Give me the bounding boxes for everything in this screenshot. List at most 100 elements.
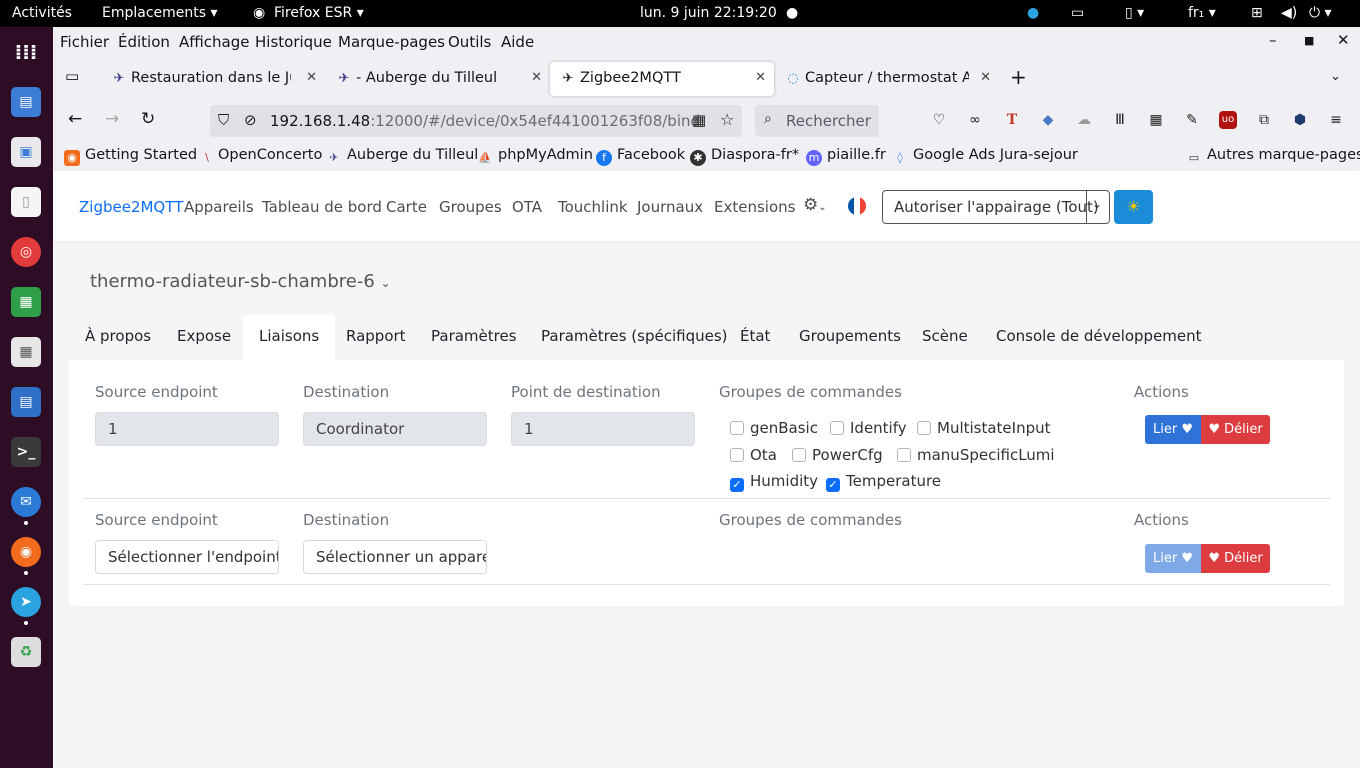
cluster-temperature[interactable]: ✓ Temperature: [826, 472, 941, 492]
tab-expose[interactable]: Expose: [161, 315, 247, 361]
thunderbird-icon[interactable]: ✉: [11, 487, 41, 517]
bookmark-diaspora[interactable]: ✱ Diaspora-fr*: [690, 147, 799, 166]
calculator-icon[interactable]: ▦: [11, 337, 41, 367]
firefox-dock-icon[interactable]: ◉: [11, 537, 41, 567]
tab-restauration[interactable]: ✈ Restauration dans le Jura ✕: [101, 62, 325, 96]
menu-outils[interactable]: Outils: [448, 33, 491, 51]
telegram-tray-icon[interactable]: ●: [1027, 5, 1039, 21]
nav-tableau-de-bord[interactable]: Tableau de bord: [262, 198, 382, 216]
url-text[interactable]: 192.168.1.48:12000/#/device/0x54ef441001…: [270, 112, 700, 130]
cluster-manuspecificlumi[interactable]: manuSpecificLumi: [897, 446, 1055, 464]
device-selector[interactable]: thermo-radiateur-sb-chambre-6 ⌄: [90, 271, 391, 292]
checkbox[interactable]: [792, 448, 806, 462]
tab-scene[interactable]: Scène: [906, 315, 984, 361]
bookmark-getting-started[interactable]: ◉ Getting Started: [64, 147, 197, 166]
close-tab-icon[interactable]: ✕: [980, 70, 991, 85]
maximize-icon[interactable]: ■: [1304, 34, 1314, 47]
checkbox[interactable]: [917, 421, 931, 435]
app-menu[interactable]: Firefox ESR ▾: [274, 5, 364, 21]
printer-icon[interactable]: ▭: [1071, 5, 1084, 21]
checked-checkbox[interactable]: ✓: [730, 478, 744, 492]
close-tab-icon[interactable]: ✕: [306, 70, 317, 85]
minimize-icon[interactable]: –: [1269, 31, 1277, 49]
software-icon[interactable]: ▣: [11, 137, 41, 167]
cluster-ota[interactable]: Ota: [730, 446, 777, 464]
nav-appareils[interactable]: Appareils: [184, 198, 254, 216]
back-icon[interactable]: ←: [68, 109, 82, 129]
menu-fichier[interactable]: Fichier: [60, 33, 109, 51]
cluster-powercfg[interactable]: PowerCfg: [792, 446, 883, 464]
close-window-icon[interactable]: ✕: [1337, 31, 1350, 49]
keyboard-layout[interactable]: fr₁ ▾: [1188, 5, 1216, 21]
destination-select[interactable]: Sélectionner un appareil: [303, 540, 487, 574]
text-editor-icon[interactable]: ▯: [11, 187, 41, 217]
checked-checkbox[interactable]: ✓: [826, 478, 840, 492]
tab-auberge[interactable]: ✈ - Auberge du Tilleul ✕: [326, 62, 550, 96]
terminal-icon[interactable]: >_: [11, 437, 41, 467]
brand-link[interactable]: Zigbee2MQTT: [79, 198, 183, 216]
pocket-icon[interactable]: ♡: [930, 111, 948, 129]
nav-ota[interactable]: OTA: [512, 198, 542, 216]
bind-button-disabled[interactable]: Lier ♥: [1145, 544, 1201, 573]
shield-icon[interactable]: ⛉: [218, 111, 229, 129]
clock[interactable]: lun. 9 juin 22:19:20: [640, 5, 777, 21]
cloud-icon[interactable]: ☁: [1075, 111, 1093, 129]
french-flag-icon[interactable]: [848, 197, 866, 215]
grid-extension-icon[interactable]: ▦: [1147, 111, 1165, 129]
activities-button[interactable]: Activités: [12, 5, 72, 21]
bind-button[interactable]: Lier ♥: [1145, 415, 1201, 444]
checkbox[interactable]: [730, 448, 744, 462]
menu-historique[interactable]: Historique: [255, 33, 332, 51]
destination-endpoint-field[interactable]: 1: [511, 412, 695, 446]
settings-gear-icon[interactable]: ⚙⌄: [803, 195, 827, 215]
tab-a-propos[interactable]: À propos: [69, 315, 167, 361]
clipboard-icon[interactable]: ▯ ▾: [1125, 5, 1144, 21]
brush-icon[interactable]: ✎: [1183, 111, 1201, 129]
extensions-icon[interactable]: ⧉: [1255, 111, 1273, 129]
menu-affichage[interactable]: Affichage: [179, 33, 249, 51]
telegram-icon[interactable]: ➤: [11, 587, 41, 617]
reload-icon[interactable]: ↻: [141, 109, 155, 129]
volume-icon[interactable]: ◀): [1281, 5, 1297, 21]
bookmark-other[interactable]: ▭ Autres marque-pages: [1186, 147, 1360, 166]
nav-groupes[interactable]: Groupes: [439, 198, 502, 216]
help-icon[interactable]: ◎: [11, 237, 41, 267]
tab-capteur[interactable]: ◌ Capteur / thermostat Aqara ✕: [775, 62, 999, 96]
search-bar[interactable]: ⌕ Rechercher: [755, 105, 879, 137]
list-tabs-icon[interactable]: ⌄: [1330, 69, 1341, 84]
nav-extensions[interactable]: Extensions: [714, 198, 795, 216]
bookmark-piaille[interactable]: m piaille.fr: [806, 147, 886, 166]
menu-aide[interactable]: Aide: [501, 33, 534, 51]
power-icon[interactable]: ⏻ ▾: [1309, 5, 1332, 21]
cluster-genbasic[interactable]: genBasic: [730, 419, 818, 437]
bookmark-auberge[interactable]: ✈ Auberge du Tilleul: [326, 147, 478, 166]
nav-carte[interactable]: Carte: [386, 198, 427, 216]
cluster-humidity[interactable]: ✓ Humidity: [730, 472, 818, 492]
spreadsheet-icon[interactable]: ▦: [11, 287, 41, 317]
menu-marque-pages[interactable]: Marque-pages: [338, 33, 445, 51]
destination-field[interactable]: Coordinator: [303, 412, 487, 446]
unbind-button[interactable]: ♥ Délier: [1201, 544, 1270, 573]
tab-zigbee2mqtt[interactable]: ✈ Zigbee2MQTT ✕: [550, 62, 774, 96]
menu-edition[interactable]: Édition: [118, 33, 170, 51]
checkbox[interactable]: [730, 421, 744, 435]
checkbox[interactable]: [897, 448, 911, 462]
mask-icon[interactable]: ∞: [966, 111, 984, 129]
bookmark-phpmyadmin[interactable]: ⛵ phpMyAdmin: [477, 147, 593, 166]
hamburger-menu-icon[interactable]: ≡: [1327, 111, 1345, 129]
t-extension-icon[interactable]: T: [1003, 111, 1021, 129]
theme-toggle-button[interactable]: ☀: [1114, 190, 1153, 224]
tab-parametres[interactable]: Paramètres: [415, 315, 533, 361]
files-icon[interactable]: ▤: [11, 87, 41, 117]
bookmark-facebook[interactable]: f Facebook: [596, 147, 685, 166]
forward-icon[interactable]: →: [105, 109, 119, 129]
url-bar[interactable]: ⛉ ⊘ 192.168.1.48:12000/#/device/0x54ef44…: [210, 105, 742, 137]
places-menu[interactable]: Emplacements ▾: [102, 5, 218, 21]
new-tab-icon[interactable]: +: [1010, 67, 1027, 87]
network-icon[interactable]: ⊞: [1251, 5, 1263, 21]
library-icon[interactable]: Ⅲ: [1111, 111, 1129, 129]
bitwarden-icon[interactable]: ⬢: [1291, 111, 1309, 129]
checkbox[interactable]: [830, 421, 844, 435]
permit-join-button[interactable]: Autoriser l'appairage (Tout) ⌄: [882, 190, 1110, 224]
tab-console[interactable]: Console de développement: [980, 315, 1218, 361]
